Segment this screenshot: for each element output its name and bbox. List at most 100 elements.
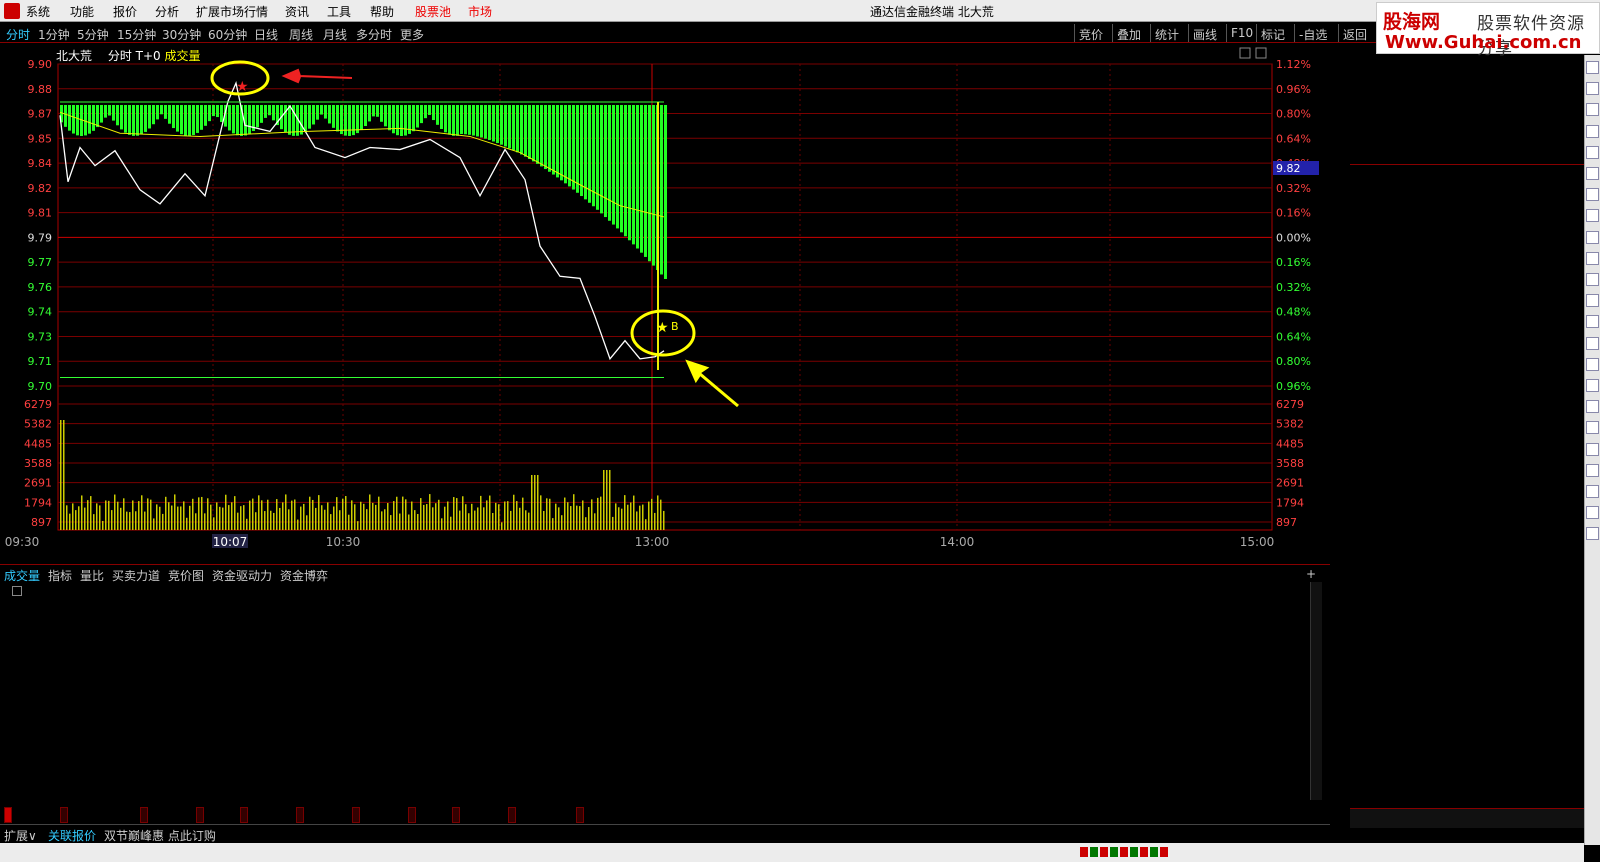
volume-bar <box>186 517 188 530</box>
pct-tick-label: 0.64% <box>1276 132 1311 145</box>
volume-bar <box>279 507 281 530</box>
category-tab[interactable] <box>576 807 584 823</box>
volume-bar <box>540 495 542 530</box>
tf-30min[interactable]: 30分钟 <box>162 26 201 43</box>
fund-bar <box>552 105 555 175</box>
menu-system[interactable]: 系统 <box>26 3 50 20</box>
side-tool-icon[interactable] <box>1586 357 1599 371</box>
fund-bar <box>424 105 427 119</box>
fund-bar <box>616 105 619 229</box>
side-tool-icon[interactable] <box>1586 82 1599 96</box>
btn-stats[interactable]: 统计 <box>1150 24 1183 42</box>
side-tool-icon[interactable] <box>1586 527 1599 541</box>
category-tab[interactable] <box>60 807 68 823</box>
volume-bar <box>462 496 464 530</box>
side-tool-icon[interactable] <box>1586 61 1599 74</box>
side-tool-icon[interactable] <box>1586 273 1599 286</box>
side-tool-icon[interactable] <box>1586 209 1599 223</box>
side-tool-icon[interactable] <box>1586 145 1599 159</box>
ext-toggle[interactable]: 扩展∨ <box>4 827 37 844</box>
volume-bar <box>411 501 413 530</box>
table-scrollbar[interactable] <box>1310 582 1322 800</box>
menu-extended-market[interactable]: 扩展市场行情 <box>196 3 268 20</box>
table-menu-icon[interactable] <box>12 586 22 596</box>
side-tool-icon[interactable] <box>1586 421 1599 435</box>
tf-5min[interactable]: 5分钟 <box>77 26 109 43</box>
side-tool-icon[interactable] <box>1586 315 1599 329</box>
tf-monthly[interactable]: 月线 <box>323 26 347 43</box>
volume-bar <box>591 499 593 530</box>
side-tool-icon[interactable] <box>1586 251 1599 265</box>
category-tab[interactable] <box>352 807 360 823</box>
tf-multi[interactable]: 多分时 <box>356 26 392 43</box>
menu-analysis[interactable]: 分析 <box>155 3 179 20</box>
category-tab[interactable] <box>296 807 304 823</box>
category-tab[interactable] <box>196 807 204 823</box>
tick-row <box>1350 634 1584 651</box>
menu-quote[interactable]: 报价 <box>113 3 137 20</box>
side-tool-icon[interactable] <box>1586 124 1599 138</box>
side-tool-icon[interactable] <box>1586 463 1599 477</box>
side-tool-icon[interactable] <box>1586 336 1599 350</box>
side-tool-icon[interactable] <box>1586 485 1599 498</box>
table-row[interactable] <box>0 602 1330 624</box>
tf-intraday[interactable]: 分时 <box>6 26 30 43</box>
side-tool-icon[interactable] <box>1586 103 1599 117</box>
table-row[interactable] <box>0 688 1330 710</box>
volume-bar <box>72 503 74 530</box>
btn-mark[interactable]: 标记 <box>1256 24 1289 42</box>
menu-stock-pool[interactable]: 股票池 <box>415 3 451 20</box>
menu-function[interactable]: 功能 <box>70 3 94 20</box>
fund-bar <box>620 105 623 233</box>
btn-f10[interactable]: F10 <box>1226 24 1257 42</box>
btn-auction[interactable]: 竞价 <box>1074 24 1107 42</box>
tf-weekly[interactable]: 周线 <box>289 26 313 43</box>
category-tab[interactable] <box>240 807 248 823</box>
volume-bar <box>234 496 236 530</box>
category-tab[interactable] <box>140 807 148 823</box>
price-tick-label: 9.90 <box>28 58 53 71</box>
category-tab[interactable] <box>408 807 416 823</box>
add-tab-button[interactable]: + <box>1306 567 1316 581</box>
category-tab[interactable] <box>452 807 460 823</box>
tf-1min[interactable]: 1分钟 <box>38 26 70 43</box>
tick-row <box>1350 616 1584 633</box>
intraday-chart[interactable]: 9.90 1.12% 9.88 0.96% 9.87 0.80% 9.85 0.64% 9.84… <box>0 44 1350 564</box>
side-tool-icon[interactable] <box>1586 188 1599 202</box>
table-row[interactable] <box>0 731 1330 753</box>
ext-promo[interactable]: 双节巅峰惠 点此订购 <box>104 827 216 844</box>
table-row[interactable] <box>0 667 1330 689</box>
side-tool-icon[interactable] <box>1586 379 1599 392</box>
btn-back[interactable]: 返回 <box>1338 24 1371 42</box>
btn-draw[interactable]: 画线 <box>1188 24 1221 42</box>
side-tool-icon[interactable] <box>1586 294 1599 308</box>
menu-news[interactable]: 资讯 <box>285 3 309 20</box>
side-tool-icon[interactable] <box>1586 230 1599 244</box>
btn-watchlist[interactable]: -自选 <box>1294 24 1331 42</box>
table-row[interactable] <box>0 753 1330 775</box>
menu-help[interactable]: 帮助 <box>370 3 394 20</box>
volume-bar <box>303 503 305 530</box>
ext-related-quote[interactable]: 关联报价 <box>48 827 96 844</box>
volume-bar <box>216 502 218 530</box>
tf-daily[interactable]: 日线 <box>254 26 278 43</box>
side-tool-icon[interactable] <box>1586 400 1599 414</box>
category-tab[interactable] <box>508 807 516 823</box>
side-tool-icon[interactable] <box>1586 506 1599 520</box>
table-row[interactable] <box>0 624 1330 646</box>
tf-60min[interactable]: 60分钟 <box>208 26 247 43</box>
table-row[interactable] <box>0 645 1330 667</box>
category-tab[interactable] <box>4 807 12 823</box>
side-tool-icon[interactable] <box>1586 167 1599 180</box>
menu-market[interactable]: 市场 <box>468 3 492 20</box>
tf-more[interactable]: 更多 <box>400 26 424 43</box>
volume-bar <box>258 495 260 530</box>
window-title: 通达信金融终端 北大荒 <box>870 5 994 19</box>
menu-tools[interactable]: 工具 <box>327 3 351 20</box>
side-tool-icon[interactable] <box>1586 442 1599 456</box>
fund-bar <box>172 105 175 129</box>
table-row[interactable] <box>0 710 1330 732</box>
tf-15min[interactable]: 15分钟 <box>117 26 156 43</box>
btn-overlay[interactable]: 叠加 <box>1112 24 1145 42</box>
fund-bar <box>588 105 591 203</box>
